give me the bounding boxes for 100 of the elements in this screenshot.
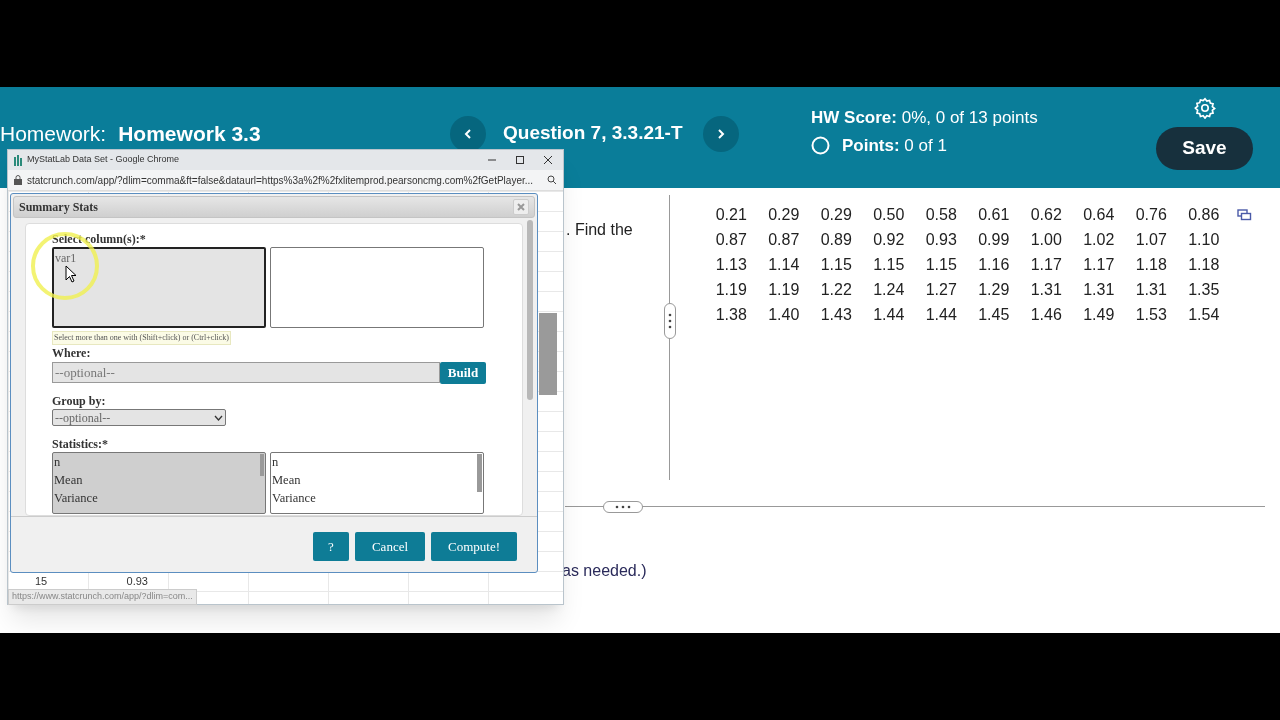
data-cell-text: 1.49 — [1082, 305, 1116, 325]
field-label: Group by: — [52, 395, 107, 408]
chevron-left-icon — [462, 127, 474, 140]
data-cell-text: 0.99 — [977, 230, 1011, 250]
data-cell-text: 1.46 — [1029, 305, 1063, 325]
data-cell-text: 0.93 — [924, 230, 958, 250]
close-icon — [517, 203, 525, 211]
data-cell-text: 1.07 — [1134, 230, 1168, 250]
data-cell-text: 1.00 — [1029, 230, 1063, 250]
statistic-option[interactable]: Mean — [272, 471, 301, 489]
data-cell-text: 0.89 — [819, 230, 853, 250]
data-cell-text: 1.40 — [767, 305, 801, 325]
statistics-list[interactable]: n Mean Variance — [52, 452, 266, 514]
status-circle-icon — [811, 135, 830, 155]
settings-icon[interactable] — [1193, 97, 1216, 119]
data-cell-text: 1.31 — [1082, 280, 1116, 300]
expand-handle[interactable] — [603, 501, 643, 513]
data-cell-text: 1.31 — [1029, 280, 1063, 300]
data-cell-text: 0.92 — [872, 230, 906, 250]
app-icon — [14, 154, 22, 166]
data-cell-text: 0.87 — [767, 230, 801, 250]
save-button[interactable]: Save — [1156, 127, 1253, 170]
statistic-option[interactable]: n — [272, 453, 279, 471]
field-label: Select column(s):* — [52, 233, 147, 246]
data-cell-text: 0.64 — [1082, 205, 1116, 225]
help-button[interactable]: ? — [313, 532, 349, 561]
data-cell-text: 1.14 — [767, 255, 801, 275]
statistic-option[interactable]: Variance — [272, 489, 316, 507]
data-cell-text: 1.45 — [977, 305, 1011, 325]
homework-title: Homework 3.3 — [118, 120, 261, 147]
mouse-pointer-icon — [65, 265, 77, 283]
data-cell-text: 1.44 — [872, 305, 906, 325]
data-cell-text: 0.86 — [1187, 205, 1221, 225]
dialog-title: Summary Stats — [19, 199, 98, 216]
data-cell-text: 0.29 — [819, 205, 853, 225]
column-list[interactable]: var1 — [52, 247, 266, 328]
hint-text: Select more than one with (Shift+click) or (Ctrl+click) — [52, 331, 231, 345]
resize-handle[interactable] — [664, 303, 676, 339]
where-field[interactable]: --optional-- — [52, 362, 440, 383]
data-cell-text: 1.15 — [924, 255, 958, 275]
group-by-dropdown[interactable]: --optional-- — [52, 409, 226, 426]
column-option[interactable]: var1 — [55, 249, 263, 267]
data-cell-text: 1.18 — [1134, 255, 1168, 275]
question-title: Question 7, 3.3.21-T — [503, 121, 684, 146]
sheet-cell-text: 0.93 — [125, 575, 148, 587]
chevron-down-icon — [214, 414, 223, 421]
data-cell-text: 1.29 — [977, 280, 1011, 300]
previous-button[interactable] — [450, 115, 486, 152]
data-cell-text: 0.61 — [977, 205, 1011, 225]
data-cell-text: 0.87 — [714, 230, 748, 250]
hw-score-text: HW Score: 0%, 0 of 13 points — [811, 107, 1038, 129]
data-cell-text: 1.10 — [1187, 230, 1221, 250]
selected-statistics-list[interactable]: n Mean Variance — [270, 452, 484, 514]
sheet-cell-text: 15 — [34, 575, 48, 587]
data-cell-text: 0.58 — [924, 205, 958, 225]
data-cell-text: 1.27 — [924, 280, 958, 300]
points-text: Points: 0 of 1 — [842, 134, 947, 157]
scrollbar-thumb[interactable] — [539, 313, 557, 395]
chevron-right-icon — [715, 127, 727, 140]
data-cell-text: 1.16 — [977, 255, 1011, 275]
field-label: Statistics:* — [52, 438, 109, 451]
data-cell-text: 1.19 — [714, 280, 748, 300]
data-cell-text: 0.76 — [1134, 205, 1168, 225]
data-cell-text: 1.54 — [1187, 305, 1221, 325]
zoom-icon[interactable] — [547, 175, 557, 185]
data-cell-text: 1.24 — [872, 280, 906, 300]
copy-data-icon[interactable] — [1237, 209, 1252, 221]
data-cell-text: 1.17 — [1082, 255, 1116, 275]
data-cell-text: 1.31 — [1134, 280, 1168, 300]
data-cell-text: 1.15 — [872, 255, 906, 275]
window-title: MyStatLab Data Set - Google Chrome — [27, 153, 180, 167]
question-text: . Find the — [566, 220, 633, 240]
data-cell-text: 0.50 — [872, 205, 906, 225]
data-cell-text: 1.38 — [714, 305, 748, 325]
status-url: https://www.statcrunch.com/app/?dlim=com... — [8, 589, 197, 605]
field-label: Where: — [52, 347, 92, 360]
data-cell-text: 0.29 — [767, 205, 801, 225]
data-cell-text: 1.15 — [819, 255, 853, 275]
data-cell-text: 1.22 — [819, 280, 853, 300]
data-cell-text: 1.53 — [1134, 305, 1168, 325]
data-cell-text: 1.18 — [1187, 255, 1221, 275]
build-button[interactable]: Build — [440, 362, 486, 384]
data-cell-text: 1.13 — [714, 255, 748, 275]
statistic-option[interactable]: Mean — [54, 471, 83, 489]
selected-column-list[interactable] — [270, 247, 484, 328]
scrollbar-thumb[interactable] — [527, 220, 533, 400]
data-cell-text: 0.21 — [714, 205, 748, 225]
statistic-option[interactable]: Variance — [54, 489, 98, 507]
cancel-button[interactable]: Cancel — [355, 532, 425, 561]
data-cell-text: 0.62 — [1029, 205, 1063, 225]
data-cell-text: 1.43 — [819, 305, 853, 325]
statistic-option[interactable]: n — [54, 453, 61, 471]
lock-icon — [14, 175, 22, 185]
data-cell-text: 1.02 — [1082, 230, 1116, 250]
homework-label: Homework: — [0, 120, 107, 147]
submit-button[interactable]: Compute! — [431, 532, 517, 561]
data-cell-text: 1.17 — [1029, 255, 1063, 275]
maximize-icon[interactable] — [515, 155, 525, 165]
data-cell-text: 1.19 — [767, 280, 801, 300]
close-icon[interactable] — [543, 155, 553, 165]
